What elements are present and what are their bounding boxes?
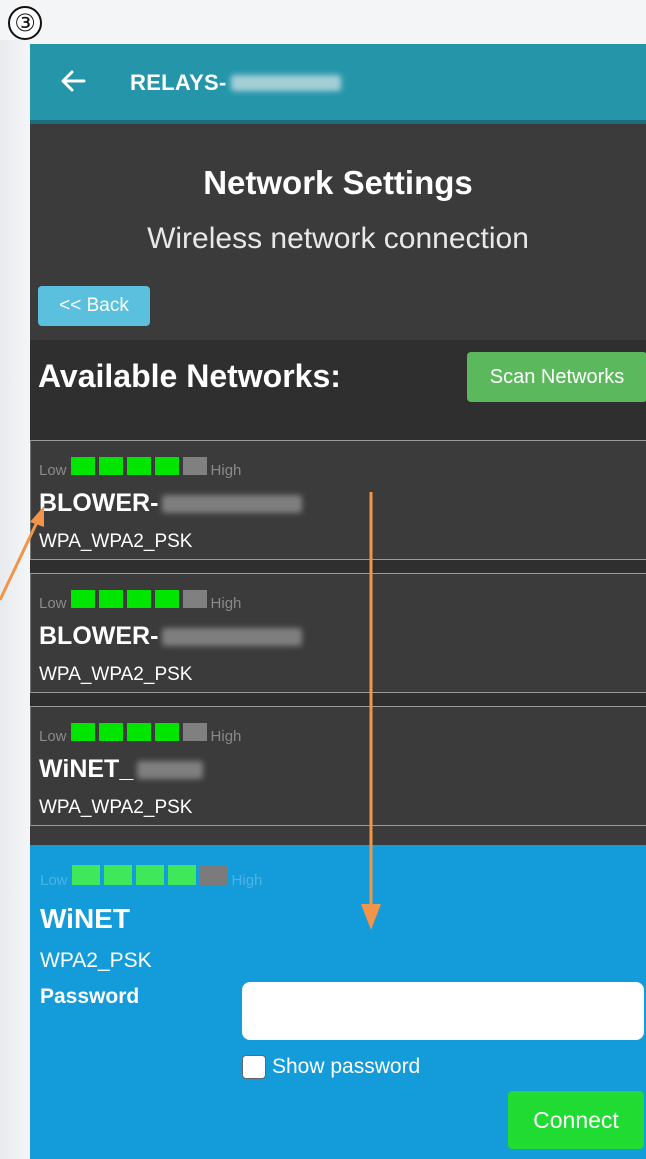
signal-bar bbox=[167, 865, 196, 885]
signal-high-label: High bbox=[210, 728, 242, 745]
app-bar: RELAYS- bbox=[30, 44, 646, 124]
step-number-badge: ③ bbox=[8, 6, 42, 40]
network-item[interactable]: Low High BLOWER- WPA_WPA2_PSK bbox=[30, 573, 646, 693]
signal-bar bbox=[154, 723, 179, 741]
signal-bars bbox=[71, 865, 228, 885]
page-subtitle: Wireless network connection bbox=[147, 222, 529, 255]
page-title: Network Settings bbox=[203, 164, 473, 201]
signal-strength: Low High bbox=[39, 590, 241, 612]
selected-network-panel: Low High WiNET WPA2_PSK Password Show pa… bbox=[30, 845, 646, 1159]
available-networks-title: Available Networks: bbox=[38, 358, 341, 394]
network-item[interactable]: Low High WiNET_ WPA_WPA2_PSK bbox=[30, 706, 646, 826]
password-label: Password bbox=[40, 985, 140, 1008]
available-networks-header: Available Networks: Scan Networks bbox=[30, 340, 646, 440]
signal-high-label: High bbox=[210, 595, 242, 612]
redacted-ssid-suffix bbox=[162, 627, 303, 646]
signal-low-label: Low bbox=[40, 872, 68, 889]
app-title: RELAYS- bbox=[130, 70, 341, 96]
network-security: WPA_WPA2_PSK bbox=[39, 664, 193, 685]
back-arrow-icon[interactable] bbox=[58, 66, 88, 96]
network-ssid: BLOWER- bbox=[39, 622, 303, 651]
signal-bar bbox=[199, 865, 228, 885]
signal-bar bbox=[182, 457, 207, 475]
signal-low-label: Low bbox=[39, 462, 67, 479]
signal-bar bbox=[98, 723, 123, 741]
network-settings-header: Network Settings Wireless network connec… bbox=[30, 124, 646, 340]
signal-bars bbox=[70, 723, 207, 741]
show-password-label: Show password bbox=[272, 1055, 421, 1078]
selected-network-ssid: WiNET bbox=[40, 903, 130, 934]
signal-bar bbox=[71, 865, 100, 885]
signal-high-label: High bbox=[210, 462, 242, 479]
signal-bar bbox=[103, 865, 132, 885]
signal-bar bbox=[182, 590, 207, 608]
signal-bar bbox=[70, 723, 95, 741]
app-window: RELAYS- Network Settings Wireless networ… bbox=[30, 44, 646, 1159]
network-ssid-text: WiNET_ bbox=[39, 755, 134, 783]
redacted-ssid-suffix bbox=[137, 760, 204, 779]
password-input[interactable] bbox=[242, 982, 644, 1040]
network-list: Low High BLOWER- WPA_WPA2_PSK Low High B… bbox=[30, 440, 646, 826]
signal-bar bbox=[154, 457, 179, 475]
signal-bars bbox=[70, 457, 207, 475]
signal-strength: Low High bbox=[39, 723, 241, 745]
signal-low-label: Low bbox=[39, 595, 67, 612]
signal-bar bbox=[182, 723, 207, 741]
signal-bar bbox=[98, 457, 123, 475]
signal-strength: Low High bbox=[40, 865, 262, 889]
selected-network-security: WPA2_PSK bbox=[40, 949, 152, 972]
signal-bars bbox=[70, 590, 207, 608]
signal-bar bbox=[126, 457, 151, 475]
network-ssid-text: BLOWER- bbox=[39, 622, 159, 650]
signal-bar bbox=[126, 723, 151, 741]
network-ssid: WiNET_ bbox=[39, 755, 204, 784]
app-title-text: RELAYS- bbox=[130, 70, 227, 95]
signal-low-label: Low bbox=[39, 728, 67, 745]
connect-button[interactable]: Connect bbox=[508, 1091, 644, 1149]
network-ssid-text: BLOWER- bbox=[39, 489, 159, 517]
show-password-toggle[interactable]: Show password bbox=[242, 1055, 420, 1079]
signal-bar bbox=[70, 590, 95, 608]
scan-networks-button[interactable]: Scan Networks bbox=[467, 352, 646, 402]
show-password-checkbox[interactable] bbox=[242, 1055, 266, 1079]
signal-bar bbox=[126, 590, 151, 608]
signal-high-label: High bbox=[231, 872, 263, 889]
signal-bar bbox=[135, 865, 164, 885]
signal-bar bbox=[70, 457, 95, 475]
signal-bar bbox=[98, 590, 123, 608]
network-item[interactable]: Low High BLOWER- WPA_WPA2_PSK bbox=[30, 440, 646, 560]
network-security: WPA_WPA2_PSK bbox=[39, 797, 193, 818]
network-security: WPA_WPA2_PSK bbox=[39, 531, 193, 552]
signal-bar bbox=[154, 590, 179, 608]
signal-strength: Low High bbox=[39, 457, 241, 479]
redacted-ssid-suffix bbox=[162, 494, 303, 513]
redacted-device-id bbox=[230, 75, 341, 91]
background-strip bbox=[0, 40, 30, 1159]
back-button[interactable]: << Back bbox=[38, 286, 150, 326]
network-ssid: BLOWER- bbox=[39, 489, 303, 518]
